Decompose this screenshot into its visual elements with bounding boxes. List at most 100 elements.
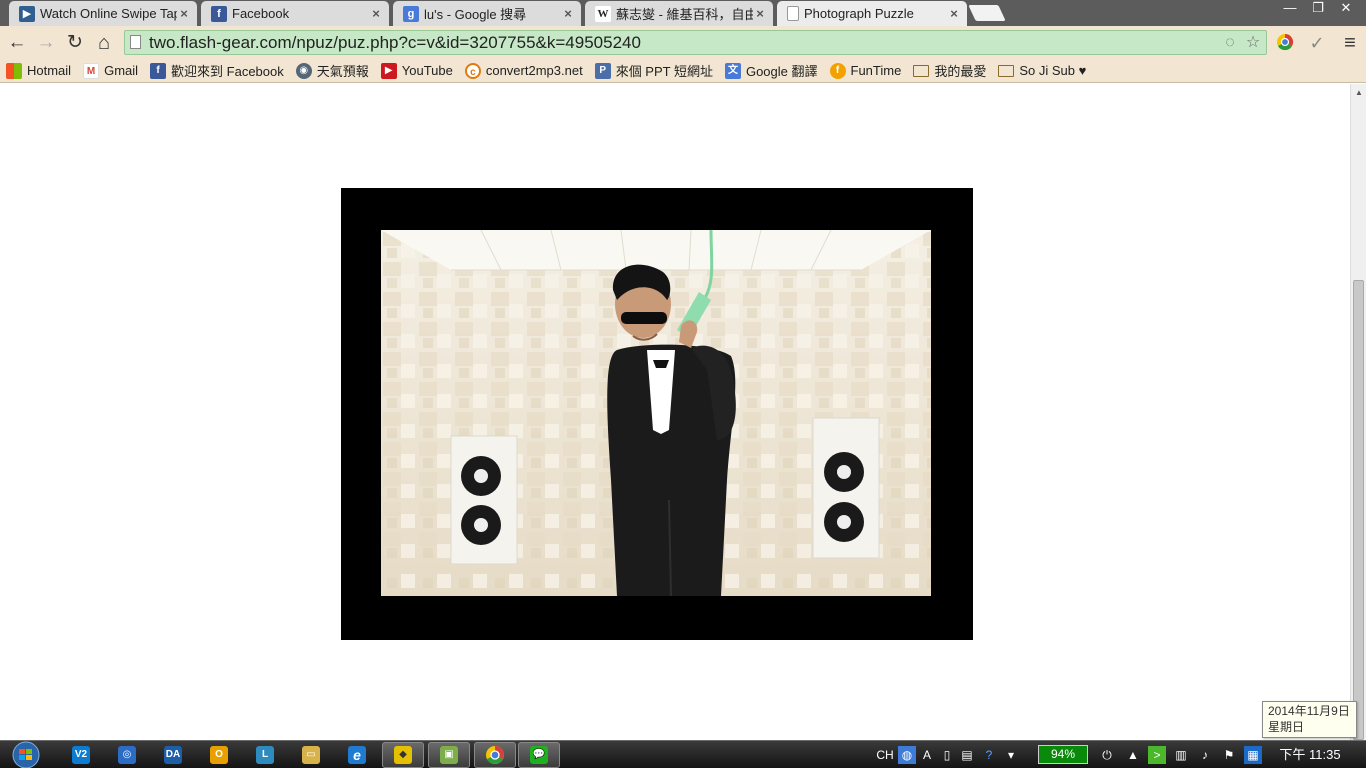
- ime-indicator[interactable]: CH: [874, 746, 896, 764]
- system-clock[interactable]: 下午 11:35: [1272, 746, 1348, 764]
- folder-icon: [998, 64, 1015, 77]
- taskbar-app-ie-blue[interactable]: ◎: [106, 742, 148, 768]
- convert-icon: c: [464, 62, 481, 79]
- back-button[interactable]: ←: [6, 32, 28, 54]
- tab-title: Photograph Puzzle: [804, 6, 914, 21]
- translate-page-icon[interactable]: ◌: [1221, 34, 1239, 52]
- volume-icon[interactable]: ♪: [1196, 746, 1214, 764]
- show-hidden-icons-icon[interactable]: ▲: [1126, 746, 1140, 764]
- bookmark-gmail[interactable]: M Gmail: [83, 62, 139, 79]
- reload-button[interactable]: ↻: [64, 32, 86, 54]
- font-mode-icon[interactable]: A: [918, 746, 936, 764]
- chrome-icon: [486, 746, 504, 764]
- home-button[interactable]: ⌂: [93, 32, 115, 54]
- taskbar-app-line[interactable]: 💬: [518, 742, 560, 768]
- video-icon: ▶: [19, 5, 35, 22]
- tab-title: lu's - Google 搜尋: [424, 7, 527, 22]
- battery-indicator[interactable]: 94%: [1038, 745, 1088, 764]
- close-icon[interactable]: ×: [753, 6, 767, 21]
- puzzle-photo[interactable]: [381, 230, 931, 596]
- tab-watch-online[interactable]: ▶ Watch Online Swipe Tap ×: [9, 1, 197, 26]
- page-icon: [787, 6, 799, 21]
- outlook-icon: O: [210, 746, 228, 764]
- bookmark-hotmail[interactable]: Hotmail: [6, 62, 71, 79]
- bookmark-label: Gmail: [104, 63, 139, 78]
- ime-pad-icon[interactable]: ▤: [958, 746, 976, 764]
- maximize-button[interactable]: ❐: [1304, 0, 1332, 18]
- bookmark-google-translate[interactable]: 文 Google 翻譯: [724, 61, 818, 80]
- gmail-icon: M: [83, 62, 100, 79]
- ppt-icon: P: [594, 62, 611, 79]
- options-icon[interactable]: ▾: [1002, 746, 1020, 764]
- browser-toolbar: ← → ↻ ⌂ ◌ ☆ ✓ ≡: [0, 26, 1366, 59]
- close-icon[interactable]: ×: [369, 6, 383, 21]
- power-plug-icon[interactable]: ⏻: [1098, 746, 1116, 764]
- v2-icon: V2: [72, 746, 90, 764]
- nvidia-icon[interactable]: >: [1148, 746, 1166, 764]
- windows-logo-icon: [12, 741, 40, 768]
- taskbar-app-chrome[interactable]: [474, 742, 516, 768]
- taskbar-app-internet-explorer[interactable]: e: [336, 742, 378, 768]
- bookmark-funtime[interactable]: f FunTime: [829, 62, 901, 79]
- close-window-button[interactable]: ✕: [1332, 0, 1360, 18]
- vertical-scrollbar[interactable]: ▲: [1350, 84, 1366, 740]
- bookmark-folder-so-ji-sub[interactable]: So Ji Sub ♥: [998, 63, 1086, 78]
- action-center-icon[interactable]: ⚑: [1220, 746, 1238, 764]
- minimize-button[interactable]: —: [1276, 0, 1304, 18]
- funtime-icon: f: [829, 62, 846, 79]
- scrollbar-thumb[interactable]: [1353, 280, 1364, 740]
- tab-title: Watch Online Swipe Tap: [40, 6, 177, 21]
- bookmark-ppt-short-url[interactable]: P 來個 PPT 短網址: [594, 61, 713, 80]
- network-icon[interactable]: ▥: [1172, 746, 1190, 764]
- taskbar-app-file-explorer[interactable]: ▭: [290, 742, 332, 768]
- close-icon[interactable]: ×: [947, 6, 961, 21]
- address-bar[interactable]: ◌ ☆: [124, 30, 1267, 55]
- bookmark-label: 天氣預報: [316, 64, 369, 79]
- menu-icon[interactable]: ≡: [1339, 32, 1361, 54]
- close-icon[interactable]: ×: [561, 6, 575, 21]
- bookmark-star-icon[interactable]: ☆: [1244, 34, 1262, 52]
- tab-photograph-puzzle[interactable]: Photograph Puzzle ×: [777, 1, 967, 26]
- tooltip-date: 2014年11月9日: [1268, 704, 1350, 718]
- taskbar-app-daemon[interactable]: DA: [152, 742, 194, 768]
- taskbar-app-lync[interactable]: L: [244, 742, 286, 768]
- taskbar-app-outlook[interactable]: O: [198, 742, 240, 768]
- ime-mode-icon[interactable]: ◍: [898, 746, 916, 764]
- bookmark-label: 來個 PPT 短網址: [615, 64, 713, 79]
- bookmark-label: convert2mp3.net: [485, 63, 583, 78]
- page-icon: [130, 35, 141, 49]
- taskbar-app-v2[interactable]: V2: [60, 742, 102, 768]
- chrome-extension-icon[interactable]: [1274, 32, 1296, 54]
- bookmark-label: YouTube: [401, 63, 453, 78]
- line-icon: 💬: [530, 746, 548, 764]
- lync-icon: L: [256, 746, 274, 764]
- tab-google-search[interactable]: g lu's - Google 搜尋 ×: [393, 1, 581, 26]
- taskbar-app-flash[interactable]: ◆: [382, 742, 424, 768]
- wireless-icon[interactable]: ▦: [1244, 746, 1262, 764]
- taskbar-app-photo-viewer[interactable]: ▣: [428, 742, 470, 768]
- tab-wikipedia[interactable]: W 蘇志燮 - 維基百科，自由的 ×: [585, 1, 773, 26]
- bookmark-youtube[interactable]: ▶ YouTube: [380, 62, 453, 79]
- windows-icon: [6, 62, 22, 79]
- start-button[interactable]: [8, 741, 44, 768]
- url-input[interactable]: [149, 32, 1209, 53]
- bookmark-facebook[interactable]: f 歡迎來到 Facebook: [150, 61, 284, 80]
- help-icon[interactable]: ?: [980, 746, 998, 764]
- daemon-icon: DA: [164, 746, 182, 764]
- close-icon[interactable]: ×: [177, 6, 191, 21]
- tab-title: Facebook: [232, 6, 290, 21]
- bookmark-weather[interactable]: ◉ 天氣預報: [295, 61, 369, 80]
- tab-facebook[interactable]: f Facebook ×: [201, 1, 389, 26]
- translate-icon: 文: [724, 62, 741, 79]
- forward-button[interactable]: →: [35, 32, 57, 54]
- half-width-icon[interactable]: ▯: [938, 746, 956, 764]
- scroll-up-arrow-icon[interactable]: ▲: [1351, 86, 1366, 100]
- puzzle-board[interactable]: [341, 188, 973, 640]
- checkmark-extension-icon[interactable]: ✓: [1306, 32, 1328, 54]
- bookmark-folder-favorites[interactable]: 我的最愛: [913, 61, 986, 80]
- window-controls: — ❐ ✕: [1276, 0, 1360, 18]
- bookmark-convert2mp3[interactable]: c convert2mp3.net: [464, 62, 583, 79]
- new-tab-button[interactable]: [968, 5, 1006, 21]
- folder-icon: [913, 64, 930, 77]
- puzzle-image: [381, 230, 931, 596]
